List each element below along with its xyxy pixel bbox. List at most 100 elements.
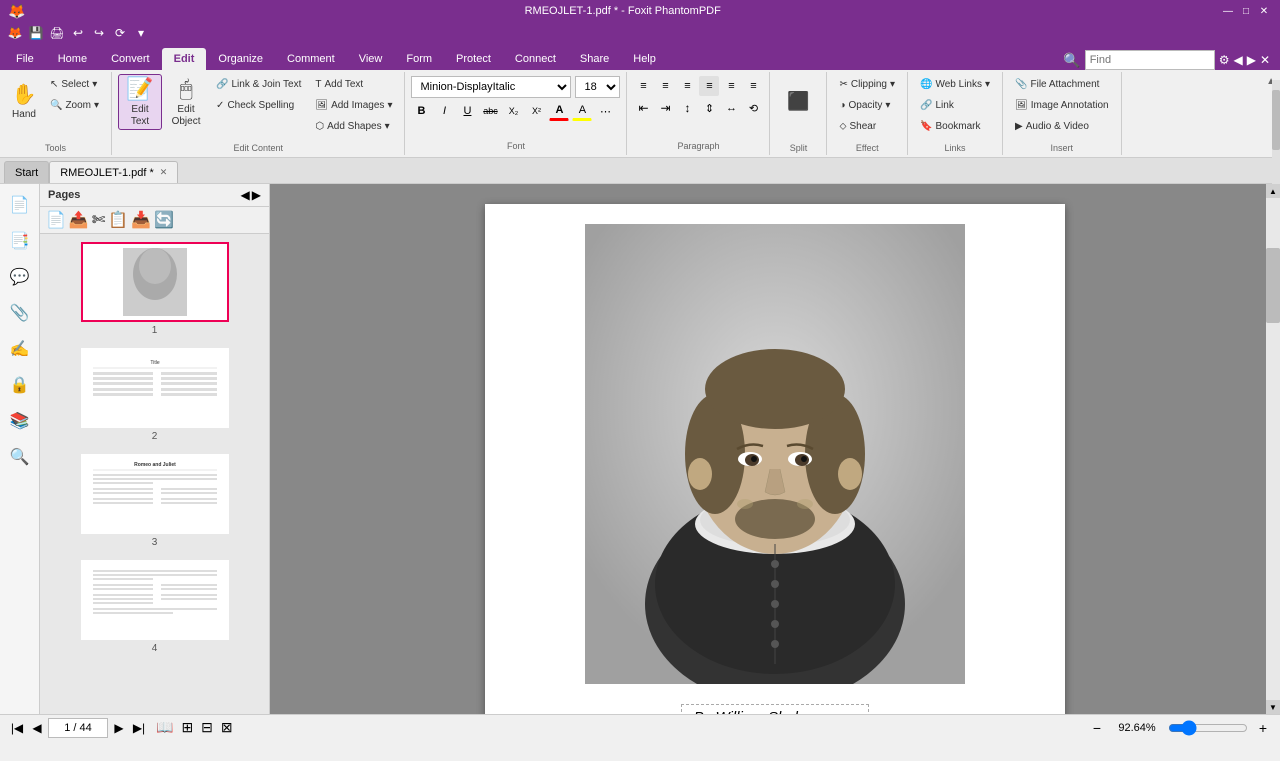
prev-page-button[interactable]: ◀	[28, 719, 46, 737]
align-center-button[interactable]: ≡	[699, 76, 719, 96]
split-button[interactable]: ⬛	[776, 74, 820, 130]
tool-panel-btn-7[interactable]: 📚	[3, 404, 37, 438]
page-action-3[interactable]: ✄	[92, 210, 105, 230]
zoom-button[interactable]: 🔍 Zoom ▾	[44, 95, 105, 115]
text-direction-button[interactable]: ⟲	[743, 98, 763, 118]
refresh-button[interactable]: ⟳	[111, 24, 129, 42]
add-shapes-button[interactable]: ⬡ Add Shapes ▾	[309, 116, 398, 136]
strikethrough-button[interactable]: abc	[480, 101, 500, 121]
font-name-select[interactable]: Minion-DisplayItalic	[411, 76, 571, 98]
line-spacing-button[interactable]: ↕	[677, 98, 697, 118]
minimize-button[interactable]: —	[1220, 3, 1236, 19]
link-button[interactable]: 🔗 Link	[914, 95, 996, 115]
read-mode-button[interactable]: 📖	[156, 719, 173, 736]
select-button[interactable]: ↖ Select ▾	[44, 74, 105, 94]
tab-home[interactable]: Home	[46, 48, 99, 70]
page-thumbnail-3[interactable]: Romeo and Juliet	[81, 454, 229, 548]
char-spacing-button[interactable]: ↔	[721, 98, 741, 118]
undo-button[interactable]: ↩	[69, 24, 87, 42]
para-spacing-button[interactable]: ⇕	[699, 98, 719, 118]
indent-decrease-button[interactable]: ⇤	[633, 98, 653, 118]
view-mode-button[interactable]: ⊞	[181, 719, 193, 736]
web-links-button[interactable]: 🌐 Web Links ▾	[914, 74, 996, 94]
search-settings-icon[interactable]: ⚙	[1219, 53, 1230, 67]
link-join-text-button[interactable]: 🔗 Link & Join Text	[210, 74, 307, 94]
tool-panel-btn-1[interactable]: 📄	[3, 188, 37, 222]
tab-edit[interactable]: Edit	[162, 48, 207, 70]
scroll-up-button[interactable]: ▲	[1266, 184, 1280, 198]
split-view-button[interactable]: ⊟	[201, 719, 213, 736]
tab-help[interactable]: Help	[621, 48, 668, 70]
page-thumbnail-1[interactable]: 1	[81, 242, 229, 336]
scroll-thumb[interactable]	[1266, 248, 1280, 323]
zoom-in-button[interactable]: +	[1254, 719, 1272, 737]
tool-panel-btn-2[interactable]: 📑	[3, 224, 37, 258]
font-size-select[interactable]: 18	[575, 76, 620, 98]
tool-panel-btn-3[interactable]: 💬	[3, 260, 37, 294]
edit-text-button[interactable]: 📝 Edit Text	[118, 74, 162, 130]
list-ordered-button[interactable]: ≡	[655, 76, 675, 96]
indent-increase-button[interactable]: ⇥	[655, 98, 675, 118]
nav-next-icon[interactable]: ▶	[1247, 53, 1256, 67]
pages-scroll[interactable]: 1 Title	[40, 234, 269, 714]
close-search-icon[interactable]: ✕	[1260, 53, 1270, 67]
tool-panel-btn-4[interactable]: 📎	[3, 296, 37, 330]
page-action-1[interactable]: 📄	[46, 210, 66, 230]
tab-comment[interactable]: Comment	[275, 48, 347, 70]
tool-panel-btn-8[interactable]: 🔍	[3, 440, 37, 474]
superscript-button[interactable]: X²	[526, 101, 546, 121]
hand-tool-button[interactable]: ✋ Hand	[6, 74, 42, 130]
print-button[interactable]: 🖨	[48, 24, 66, 42]
document-tab[interactable]: RMEOJLET-1.pdf * ✕	[49, 161, 178, 183]
italic-button[interactable]: I	[434, 101, 454, 121]
layout-button[interactable]: ⊠	[221, 719, 233, 736]
zoom-out-button[interactable]: −	[1088, 719, 1106, 737]
tool-panel-btn-5[interactable]: ✍	[3, 332, 37, 366]
align-right-button[interactable]: ≡	[721, 76, 741, 96]
page-action-6[interactable]: 🔄	[154, 210, 174, 230]
align-justify-button[interactable]: ≡	[743, 76, 763, 96]
tab-close-button[interactable]: ✕	[160, 167, 168, 178]
tab-view[interactable]: View	[347, 48, 395, 70]
clipping-button[interactable]: ✂ Clipping ▾	[833, 74, 901, 94]
start-tab[interactable]: Start	[4, 161, 49, 183]
page-thumbnail-2[interactable]: Title 2	[81, 348, 229, 442]
close-button[interactable]: ✕	[1256, 3, 1272, 19]
page-number-input[interactable]: 1 / 44	[48, 718, 108, 738]
check-spelling-button[interactable]: ✓ Check Spelling	[210, 95, 307, 115]
app-logo-btn[interactable]: 🦊	[6, 24, 24, 42]
bookmark-button[interactable]: 🔖 Bookmark	[914, 116, 996, 136]
tab-connect[interactable]: Connect	[503, 48, 568, 70]
redo-button[interactable]: ↪	[90, 24, 108, 42]
pages-prev-button[interactable]: ◀	[241, 188, 250, 202]
search-input[interactable]	[1085, 50, 1215, 70]
page-action-5[interactable]: 📥	[131, 210, 151, 230]
save-button[interactable]: 💾	[27, 24, 45, 42]
page-action-2[interactable]: 📤	[69, 210, 89, 230]
highlight-button[interactable]: A	[572, 101, 592, 121]
scroll-down-button[interactable]: ▼	[1266, 700, 1280, 714]
pdf-scrollbar[interactable]: ▲ ▼	[1266, 184, 1280, 714]
audio-video-button[interactable]: ▶ Audio & Video	[1009, 116, 1115, 136]
tab-protect[interactable]: Protect	[444, 48, 503, 70]
add-text-button[interactable]: T Add Text	[309, 74, 398, 94]
last-page-button[interactable]: ▶|	[130, 719, 148, 737]
pages-next-button[interactable]: ▶	[252, 188, 261, 202]
underline-button[interactable]: U	[457, 101, 477, 121]
subscript-button[interactable]: X₂	[503, 101, 523, 121]
maximize-button[interactable]: □	[1238, 3, 1254, 19]
edit-object-button[interactable]: 🖱 Edit Object	[164, 74, 208, 130]
nav-prev-icon[interactable]: ◀	[1233, 53, 1242, 67]
tab-convert[interactable]: Convert	[99, 48, 162, 70]
page-action-4[interactable]: 📋	[108, 210, 128, 230]
list-unordered-button[interactable]: ≡	[633, 76, 653, 96]
first-page-button[interactable]: |◀	[8, 719, 26, 737]
add-images-button[interactable]: 🖼 Add Images ▾	[309, 95, 398, 115]
next-page-button[interactable]: ▶	[110, 719, 128, 737]
more-font-button[interactable]: ⋯	[595, 101, 615, 121]
file-attachment-button[interactable]: 📎 File Attachment	[1009, 74, 1115, 94]
image-annotation-button[interactable]: 🖼 Image Annotation	[1009, 95, 1115, 115]
tab-organize[interactable]: Organize	[206, 48, 275, 70]
tab-share[interactable]: Share	[568, 48, 621, 70]
zoom-slider[interactable]	[1168, 720, 1248, 736]
